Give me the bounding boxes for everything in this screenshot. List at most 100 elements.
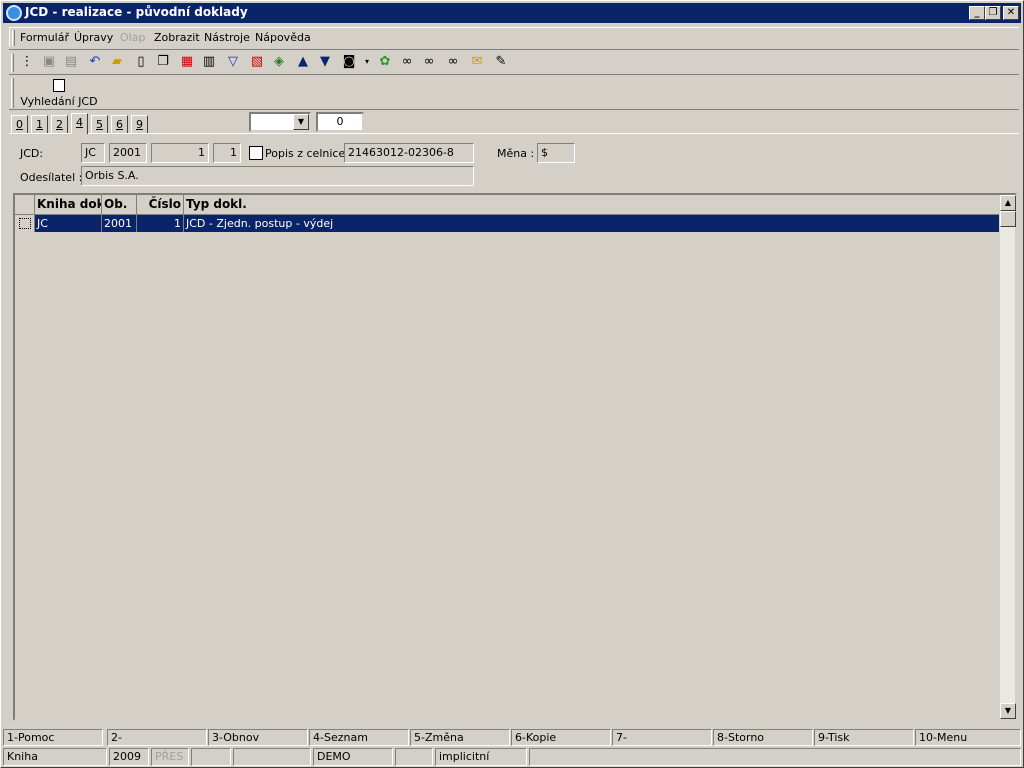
paste-icon[interactable]: ▦ xyxy=(179,54,195,70)
menu-formular[interactable]: Formulář xyxy=(20,31,69,44)
status-mode: PŘES xyxy=(151,748,189,766)
toolbar: ⋮ ▣ ▤ ↶ ▰ ▯ ❐ ▦ ▥ ▽ ▧ ◈ ▲ ▼ ◙ ▾ ✿ ∞ ∞ ∞ … xyxy=(9,49,1019,73)
fkey-1[interactable]: 1-Pomoc xyxy=(3,729,103,746)
app-icon[interactable] xyxy=(6,5,22,21)
jcd-line-field[interactable]: 1 xyxy=(213,143,241,163)
cell-typ: JCD - Zjedn. postup - výdej xyxy=(186,217,334,230)
table-row[interactable]: JC 2001 1 JCD - Zjedn. postup - výdej xyxy=(15,215,999,232)
main-window: JCD - realizace - původní doklady _ ❐ ✕ … xyxy=(0,0,1024,768)
cell-kniha: JC xyxy=(35,215,102,232)
row-indicator[interactable] xyxy=(15,215,35,232)
filter-document-icon[interactable]: ▧ xyxy=(249,54,265,70)
menu-napoveda[interactable]: Nápověda xyxy=(255,31,311,44)
menu-bar: Formulář Úpravy Olap Zobrazit Nástroje N… xyxy=(9,27,1019,47)
filter-icon[interactable]: ▽ xyxy=(225,54,241,70)
jcd-label: JCD: xyxy=(20,147,44,160)
fkey-5[interactable]: 5-Změna xyxy=(410,729,510,746)
record-number-field[interactable]: 0 xyxy=(316,112,364,132)
title-bar: JCD - realizace - původní doklady _ ❐ ✕ xyxy=(3,3,1021,23)
filter-combo[interactable]: ▼ xyxy=(249,112,311,132)
fkey-8[interactable]: 8-Storno xyxy=(713,729,813,746)
tab-6[interactable]: 6 xyxy=(111,115,128,133)
notepad-icon[interactable]: ✎ xyxy=(493,54,509,70)
document-icon xyxy=(53,79,65,92)
menu-zobrazit[interactable]: Zobrazit xyxy=(154,31,200,44)
toolbar-grip[interactable] xyxy=(11,54,14,72)
camera-icon[interactable]: ◙ xyxy=(341,54,357,70)
restore-button[interactable]: ❐ xyxy=(985,6,1001,20)
status-module: Kniha xyxy=(3,748,107,766)
scroll-down-icon[interactable]: ▼ xyxy=(1000,703,1016,719)
scroll-up-icon[interactable]: ▲ xyxy=(1000,195,1016,211)
grid-header: Kniha dok Ob. Číslo Typ dokl. xyxy=(15,195,999,215)
menubar-grip[interactable] xyxy=(12,30,15,46)
book-icon[interactable]: ▥ xyxy=(201,54,217,70)
menu-olap[interactable]: Olap xyxy=(120,31,145,44)
status-empty-3 xyxy=(395,748,433,766)
arrow-up-icon[interactable]: ▲ xyxy=(295,54,311,70)
copy-icon[interactable]: ❐ xyxy=(155,54,171,70)
search-toolbar: Vyhledání JCD xyxy=(9,74,1019,110)
status-bar: Kniha 2009 PŘES DEMO implicitní xyxy=(3,748,1021,766)
save-icon[interactable]: ▣ xyxy=(41,54,57,70)
col-ob[interactable]: Ob. xyxy=(102,195,137,215)
new-document-icon[interactable]: ▯ xyxy=(133,54,149,70)
tab-0[interactable]: 0 xyxy=(11,115,28,133)
cell-cislo: 1 xyxy=(137,215,184,232)
dropdown-arrow-icon[interactable]: ▾ xyxy=(359,54,375,70)
menu-nastroje[interactable]: Nástroje xyxy=(204,31,250,44)
col-cislo[interactable]: Číslo xyxy=(137,195,184,215)
copy-icon[interactable] xyxy=(249,146,263,160)
status-empty-1 xyxy=(191,748,231,766)
fkey-4[interactable]: 4-Seznam xyxy=(309,729,409,746)
status-database: DEMO xyxy=(313,748,393,766)
binoculars-all-icon[interactable]: ∞ xyxy=(445,54,461,70)
col-kniha[interactable]: Kniha dok xyxy=(35,195,102,215)
tab-5[interactable]: 5 xyxy=(91,115,108,133)
chevron-down-icon[interactable]: ▼ xyxy=(293,114,309,130)
status-profile: implicitní xyxy=(435,748,527,766)
arrow-down-icon[interactable]: ▼ xyxy=(317,54,333,70)
save-as-icon[interactable]: ▤ xyxy=(63,54,79,70)
close-button[interactable]: ✕ xyxy=(1003,6,1019,20)
fkey-9[interactable]: 9-Tisk xyxy=(814,729,914,746)
open-folder-icon[interactable]: ▰ xyxy=(109,54,125,70)
fkey-10[interactable]: 10-Menu xyxy=(915,729,1021,746)
vertical-scrollbar[interactable]: ▲ ▼ xyxy=(999,195,1016,719)
fkey-6[interactable]: 6-Kopie xyxy=(511,729,611,746)
binoculars-icon[interactable]: ∞ xyxy=(399,54,415,70)
search-jcd-label: Vyhledání JCD xyxy=(20,95,98,108)
row-indicator-header xyxy=(15,195,35,215)
fkey-2[interactable]: 2- xyxy=(107,729,207,746)
fkey-7[interactable]: 7- xyxy=(612,729,712,746)
fkey-3[interactable]: 3-Obnov xyxy=(208,729,308,746)
customs-field[interactable]: 21463012-02306-8 xyxy=(344,143,474,163)
tab-1[interactable]: 1 xyxy=(31,115,48,133)
documents-grid[interactable]: Kniha dok Ob. Číslo Typ dokl. JC 2001 1 … xyxy=(13,193,1017,721)
toolbar2-grip[interactable] xyxy=(11,78,14,108)
binoculars-next-icon[interactable]: ∞ xyxy=(421,54,437,70)
minimize-button[interactable]: _ xyxy=(969,6,985,20)
currency-field[interactable]: $ xyxy=(537,143,575,163)
tree-icon[interactable]: ⋮ xyxy=(19,54,35,70)
cell-ob: 2001 xyxy=(102,215,137,232)
mail-icon[interactable]: ✉ xyxy=(469,54,485,70)
col-typ[interactable]: Typ dokl. xyxy=(184,195,999,215)
menu-upravy[interactable]: Úpravy xyxy=(74,31,113,44)
sender-label: Odesílatel : xyxy=(20,171,83,184)
plant-icon[interactable]: ✿ xyxy=(377,54,393,70)
tab-9[interactable]: 9 xyxy=(131,115,148,133)
jcd-number-field[interactable]: 1 xyxy=(151,143,209,163)
tab-4[interactable]: 4 xyxy=(71,113,88,134)
scroll-thumb[interactable] xyxy=(1000,211,1016,227)
header-pane: JCD: JC 2001 1 1 Popis z celnice: 214630… xyxy=(9,133,1019,191)
jcd-book-field[interactable]: JC xyxy=(81,143,105,163)
tab-2[interactable]: 2 xyxy=(51,115,68,133)
undo-icon[interactable]: ↶ xyxy=(87,54,103,70)
customs-label: Popis z celnice: xyxy=(265,147,349,160)
search-jcd-button[interactable]: Vyhledání JCD xyxy=(19,79,99,109)
stack-icon[interactable]: ◈ xyxy=(271,54,287,70)
window-title: JCD - realizace - původní doklady xyxy=(25,5,248,19)
jcd-year-field[interactable]: 2001 xyxy=(109,143,147,163)
sender-field[interactable]: Orbis S.A. xyxy=(81,166,474,186)
